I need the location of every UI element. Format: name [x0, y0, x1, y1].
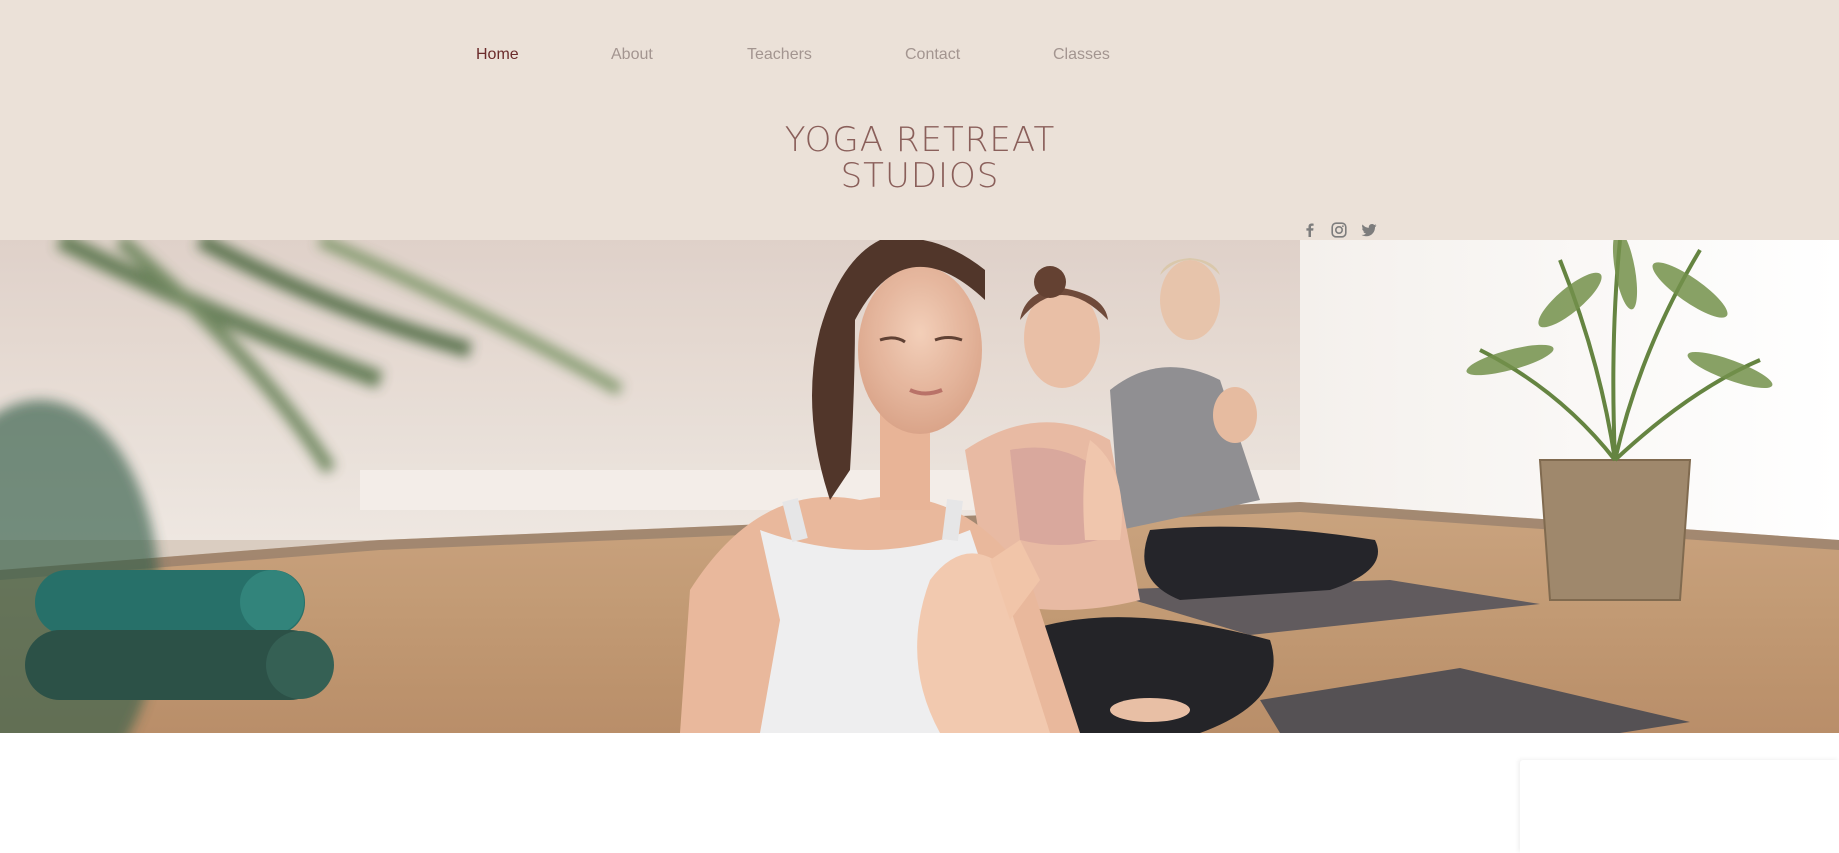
nav-item-classes[interactable]: Classes [1053, 46, 1110, 64]
nav-item-teachers[interactable]: Teachers [747, 46, 812, 64]
site-header: Home About Teachers Contact Classes YOGA… [0, 0, 1839, 240]
yoga-class-photo [0, 240, 1839, 733]
site-title-line2: STUDIOS [840, 156, 1000, 196]
main-navigation: Home About Teachers Contact Classes [0, 46, 1839, 68]
twitter-icon[interactable] [1359, 220, 1379, 240]
hero-image [0, 240, 1839, 733]
facebook-icon[interactable] [1300, 220, 1320, 240]
corner-widget [1520, 760, 1839, 853]
site-title-line1: YOGA RETREAT [784, 120, 1056, 160]
nav-item-contact[interactable]: Contact [905, 46, 960, 64]
site-title[interactable]: YOGA RETREAT STUDIOS [720, 122, 1120, 194]
nav-item-home[interactable]: Home [476, 46, 519, 64]
nav-item-about[interactable]: About [611, 46, 653, 64]
instagram-icon[interactable] [1329, 220, 1349, 240]
